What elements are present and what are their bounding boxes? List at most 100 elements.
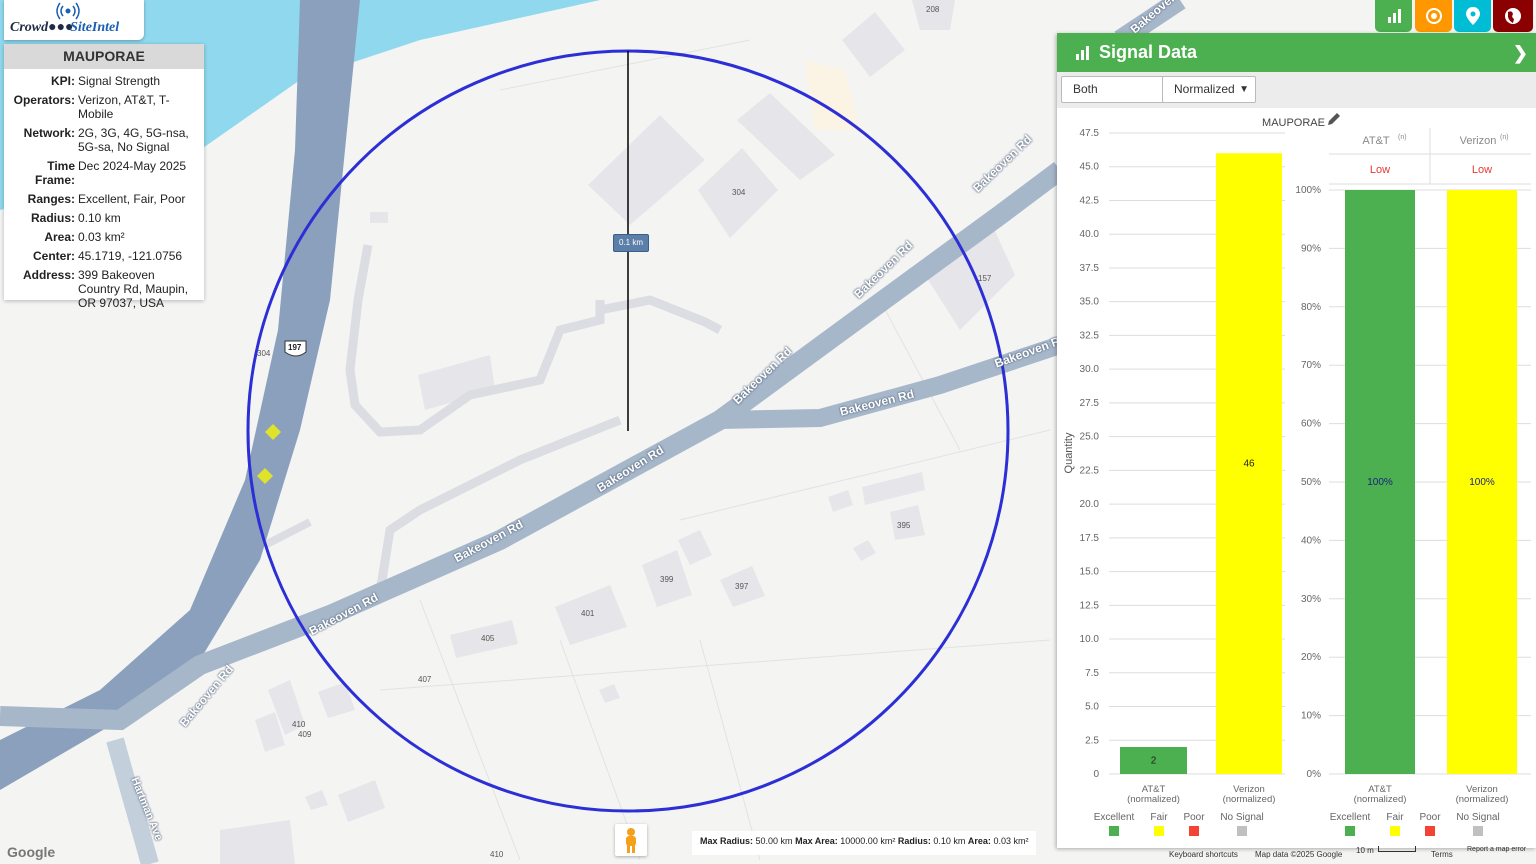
column-header: Verizon [1460, 135, 1497, 147]
keyboard-shortcuts-link[interactable]: Keyboard shortcuts [1169, 850, 1238, 859]
mode-select[interactable]: Normalized ▼ [1162, 76, 1256, 103]
radius-status-label: Radius: [897, 836, 931, 846]
y-tick-label: 22.5 [1080, 465, 1100, 476]
y-tick-label: 32.5 [1080, 330, 1100, 341]
globe-button[interactable] [1493, 0, 1533, 32]
y-tick-label: 70% [1301, 360, 1321, 371]
legend-swatch [1189, 826, 1199, 836]
legend-swatch [1473, 826, 1483, 836]
target-button[interactable] [1415, 0, 1452, 32]
house-number: 405 [481, 634, 495, 643]
operator-select-value: Both [1073, 82, 1098, 96]
y-tick-label: 40% [1301, 535, 1321, 546]
legend-label: Poor [1183, 812, 1205, 823]
y-tick-label: 10% [1301, 711, 1321, 722]
y-tick-label: 30% [1301, 594, 1321, 605]
chart-title: MAUPORAE [1262, 117, 1325, 129]
house-number: 397 [735, 582, 749, 591]
info-value: Excellent, Fair, Poor [78, 192, 186, 206]
y-tick-label: 80% [1301, 302, 1321, 313]
house-number: 157 [978, 274, 992, 283]
location-pin-icon [1465, 7, 1480, 25]
data-label: 2 [1151, 756, 1157, 767]
info-row: Operators: Verizon, AT&T, T-Mobile [4, 93, 204, 121]
scale-bar [1378, 846, 1416, 852]
info-key: Radius: [30, 211, 75, 225]
chart-button[interactable] [1375, 0, 1412, 32]
panel-title: Signal Data [1099, 42, 1198, 62]
house-number: 407 [418, 675, 432, 684]
y-tick-label: 37.5 [1080, 263, 1100, 274]
info-key: Center: [32, 249, 75, 263]
panel-toolbar: Both ▼ Normalized ▼ [1057, 72, 1536, 108]
max-radius-value: 50.00 km [755, 836, 793, 846]
y-tick-label: 27.5 [1080, 398, 1100, 409]
status-label: Low [1370, 164, 1390, 176]
crowd-icon: ●●● [48, 20, 74, 35]
info-row: Ranges: Excellent, Fair, Poor [4, 192, 204, 206]
info-key: Ranges: [27, 192, 75, 206]
legend-swatch [1154, 826, 1164, 836]
info-row: Radius: 0.10 km [4, 211, 204, 225]
house-number: 304 [732, 188, 746, 197]
radius-label[interactable]: 0.1 km [613, 234, 649, 252]
y-tick-label: 0% [1307, 769, 1322, 780]
y-tick-label: 50% [1301, 477, 1321, 488]
info-key: Network: [23, 126, 75, 140]
chevron-down-icon: ▼ [1239, 84, 1249, 95]
app-logo[interactable]: Crowd●●●SiteIntel [4, 0, 144, 40]
y-tick-label: 60% [1301, 419, 1321, 430]
legend-label: Excellent [1330, 812, 1371, 823]
info-row: Address: 399 Bakeoven Country Rd, Maupin,… [4, 268, 204, 310]
signal-data-panel: Signal Data ❯ Both ▼ Normalized ▼ 0 2.5 5.0 7… [1057, 33, 1536, 848]
google-logo[interactable]: Google [7, 844, 55, 860]
house-number: 409 [298, 730, 312, 739]
house-number: 410 [490, 850, 504, 859]
y-tick-label: 35.0 [1080, 297, 1100, 308]
legend-label: Fair [1150, 812, 1168, 823]
highway-shield-label: 197 [288, 343, 302, 352]
info-value: 0.10 km [78, 211, 121, 225]
info-rows: KPI: Signal Strength Operators: Verizon, AT… [4, 74, 204, 310]
report-map-error-link[interactable]: Report a map error [1467, 846, 1526, 853]
data-label: 100% [1469, 477, 1495, 488]
max-area-value: 10000.00 km² [840, 836, 896, 846]
info-value: 2G, 3G, 4G, 5G-nsa, 5G-sa, No Signal [78, 126, 189, 154]
area-status-value: 0.03 km² [993, 836, 1029, 846]
house-number: 395 [897, 521, 911, 530]
house-number: 410 [292, 720, 306, 729]
info-value: 45.1719, -121.0756 [78, 249, 183, 263]
location-button[interactable] [1454, 0, 1491, 32]
legend-swatch [1237, 826, 1247, 836]
column-header: AT&T [1362, 135, 1390, 147]
legend-label: Excellent [1094, 812, 1135, 823]
chart-icon [1076, 45, 1089, 60]
area-status-label: Area: [967, 836, 991, 846]
y-tick-label: 0 [1093, 769, 1099, 780]
info-row: Center: 45.1719, -121.0756 [4, 249, 204, 263]
legend-swatch [1390, 826, 1400, 836]
chevron-right-icon[interactable]: ❯ [1513, 43, 1528, 64]
chart-icon [1387, 9, 1401, 23]
y-tick-label: 17.5 [1080, 533, 1100, 544]
radius-status-bar: Max Radius: 50.00 km Max Area: 10000.00 … [692, 831, 1037, 855]
y-tick-label: 40.0 [1080, 229, 1100, 240]
signal-tower-icon [56, 2, 80, 20]
legend-label: Fair [1386, 812, 1404, 823]
info-value: 399 Bakeoven Country Rd, Maupin, OR 9703… [78, 268, 189, 310]
info-value: Verizon, AT&T, T-Mobile [78, 93, 170, 121]
info-value: 0.03 km² [78, 230, 125, 244]
mode-select-value: Normalized [1174, 82, 1235, 96]
y-tick-label: 100% [1295, 185, 1321, 196]
legend-swatch [1345, 826, 1355, 836]
info-panel: MAUPORAE KPI: Signal Strength Operators: Ve… [4, 44, 204, 310]
scale-label[interactable]: 10 m [1356, 846, 1374, 855]
y-tick-label: 2.5 [1085, 735, 1099, 746]
legend-swatch [1425, 826, 1435, 836]
y-tick-label: 47.5 [1080, 128, 1100, 139]
panel-header: Signal Data ❯ [1057, 33, 1536, 72]
street-view-pegman[interactable] [615, 824, 647, 856]
logo-text-crowd: Crowd [10, 20, 49, 35]
terms-link[interactable]: Terms [1431, 850, 1453, 859]
app-root: Bakeoven Rd Bakeoven Rd Bakeoven Rd Bake… [0, 0, 1536, 864]
